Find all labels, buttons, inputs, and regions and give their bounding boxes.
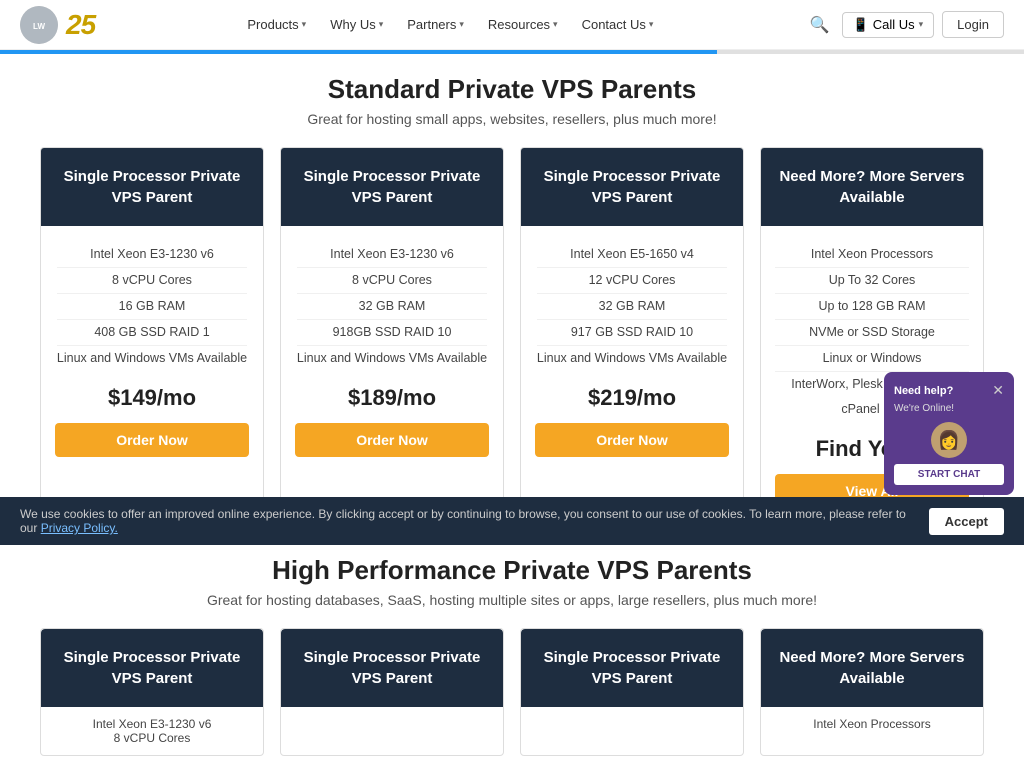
card-header-4: Need More? More Servers Available bbox=[761, 148, 983, 226]
standard-section-subtitle: Great for hosting small apps, websites, … bbox=[40, 111, 984, 127]
nav-why-us[interactable]: Why Us ▾ bbox=[320, 11, 393, 38]
chat-avatar: 👩 bbox=[931, 422, 967, 458]
logo-icon: LW bbox=[20, 6, 58, 44]
standard-card-3: Single Processor Private VPS Parent Inte… bbox=[520, 147, 744, 525]
card-specs-2: Intel Xeon E3-1230 v6 8 vCPU Cores 32 GB… bbox=[297, 242, 487, 371]
card-price-1: $149/mo bbox=[108, 385, 196, 411]
login-button[interactable]: Login bbox=[942, 11, 1004, 38]
spec-item: 917 GB SSD RAID 10 bbox=[537, 320, 727, 346]
start-chat-button[interactable]: START CHAT bbox=[894, 464, 1004, 485]
chevron-down-icon: ▾ bbox=[649, 19, 654, 30]
chevron-down-icon: ▾ bbox=[919, 19, 924, 30]
chat-close-icon[interactable]: ✕ bbox=[992, 382, 1004, 399]
chevron-down-icon: ▾ bbox=[459, 19, 464, 30]
logo: LW 25 bbox=[20, 6, 95, 44]
spec-item: Up To 32 Cores bbox=[775, 268, 969, 294]
spec-item: Intel Xeon E3-1230 v6 bbox=[297, 242, 487, 268]
high-perf-card-3: Single Processor Private VPS Parent bbox=[520, 628, 744, 756]
high-perf-card-header-2: Single Processor Private VPS Parent bbox=[281, 629, 503, 707]
card-specs-1: Intel Xeon E3-1230 v6 8 vCPU Cores 16 GB… bbox=[57, 242, 247, 371]
card-body-1: Intel Xeon E3-1230 v6 8 vCPU Cores 16 GB… bbox=[41, 226, 263, 524]
search-icon[interactable]: 🔍 bbox=[806, 11, 834, 39]
high-perf-card-1: Single Processor Private VPS Parent Inte… bbox=[40, 628, 264, 756]
card-header-3: Single Processor Private VPS Parent bbox=[521, 148, 743, 226]
spec-item: Intel Xeon E5-1650 v4 bbox=[537, 242, 727, 268]
high-perf-section-title: High Performance Private VPS Parents bbox=[40, 555, 984, 586]
svg-text:LW: LW bbox=[33, 22, 45, 31]
spec-item: 16 GB RAM bbox=[57, 294, 247, 320]
spec-item: 918GB SSD RAID 10 bbox=[297, 320, 487, 346]
chat-widget: Need help? ✕ We're Online! 👩 START CHAT bbox=[884, 372, 1014, 495]
nav-products[interactable]: Products ▾ bbox=[237, 11, 316, 38]
order-now-button-2[interactable]: Order Now bbox=[295, 423, 489, 457]
chevron-down-icon: ▾ bbox=[553, 19, 558, 30]
high-perf-section: High Performance Private VPS Parents Gre… bbox=[40, 555, 984, 756]
phone-icon: 📱 bbox=[853, 17, 869, 33]
card-body-3: Intel Xeon E5-1650 v4 12 vCPU Cores 32 G… bbox=[521, 226, 743, 524]
standard-cards-grid: Single Processor Private VPS Parent Inte… bbox=[40, 147, 984, 525]
card-specs-3: Intel Xeon E5-1650 v4 12 vCPU Cores 32 G… bbox=[537, 242, 727, 371]
spec-item: 408 GB SSD RAID 1 bbox=[57, 320, 247, 346]
high-perf-cards-grid: Single Processor Private VPS Parent Inte… bbox=[40, 628, 984, 756]
card-header-1: Single Processor Private VPS Parent bbox=[41, 148, 263, 226]
spec-item: Up to 128 GB RAM bbox=[775, 294, 969, 320]
high-perf-card-body-3 bbox=[521, 707, 743, 727]
card-price-3: $219/mo bbox=[588, 385, 676, 411]
order-now-button-3[interactable]: Order Now bbox=[535, 423, 729, 457]
spec-item: Intel Xeon Processors bbox=[775, 242, 969, 268]
chat-header: Need help? ✕ bbox=[894, 382, 1004, 399]
standard-card-2: Single Processor Private VPS Parent Inte… bbox=[280, 147, 504, 525]
chevron-down-icon: ▾ bbox=[302, 19, 307, 30]
nav-links: Products ▾ Why Us ▾ Partners ▾ Resources… bbox=[237, 11, 663, 38]
spec-item: NVMe or SSD Storage bbox=[775, 320, 969, 346]
chevron-down-icon: ▾ bbox=[379, 19, 384, 30]
nav-partners[interactable]: Partners ▾ bbox=[397, 11, 474, 38]
spec-item: Linux and Windows VMs Available bbox=[297, 346, 487, 371]
high-perf-card-body-2 bbox=[281, 707, 503, 727]
high-perf-card-header-3: Single Processor Private VPS Parent bbox=[521, 629, 743, 707]
spec-item: Linux or Windows bbox=[775, 346, 969, 372]
high-perf-card-4: Need More? More Servers Available Intel … bbox=[760, 628, 984, 756]
standard-card-1: Single Processor Private VPS Parent Inte… bbox=[40, 147, 264, 525]
order-now-button-1[interactable]: Order Now bbox=[55, 423, 249, 457]
nav-actions: 🔍 📱 Call Us ▾ Login bbox=[806, 11, 1004, 39]
main-content: Standard Private VPS Parents Great for h… bbox=[0, 54, 1024, 776]
spec-item: 32 GB RAM bbox=[297, 294, 487, 320]
nav-resources[interactable]: Resources ▾ bbox=[478, 11, 568, 38]
high-perf-card-2: Single Processor Private VPS Parent bbox=[280, 628, 504, 756]
privacy-policy-link[interactable]: Privacy Policy. bbox=[41, 521, 118, 535]
spec-item: 12 vCPU Cores bbox=[537, 268, 727, 294]
call-us-button[interactable]: 📱 Call Us ▾ bbox=[842, 12, 935, 38]
cookie-text: We use cookies to offer an improved onli… bbox=[20, 507, 929, 535]
high-perf-card-header-4: Need More? More Servers Available bbox=[761, 629, 983, 707]
spec-item: Linux and Windows VMs Available bbox=[537, 346, 727, 371]
card-body-2: Intel Xeon E3-1230 v6 8 vCPU Cores 32 GB… bbox=[281, 226, 503, 524]
high-perf-card-body-4: Intel Xeon Processors bbox=[761, 707, 983, 741]
logo-25-text: 25 bbox=[66, 9, 95, 41]
navbar: LW 25 Products ▾ Why Us ▾ Partners ▾ Res… bbox=[0, 0, 1024, 50]
accept-cookie-button[interactable]: Accept bbox=[929, 508, 1004, 535]
card-price-2: $189/mo bbox=[348, 385, 436, 411]
spec-item: 8 vCPU Cores bbox=[297, 268, 487, 294]
standard-section-title: Standard Private VPS Parents bbox=[40, 74, 984, 105]
spec-item: 32 GB RAM bbox=[537, 294, 727, 320]
cookie-banner: We use cookies to offer an improved onli… bbox=[0, 497, 1024, 545]
spec-item: Linux and Windows VMs Available bbox=[57, 346, 247, 371]
spec-item: 8 vCPU Cores bbox=[57, 268, 247, 294]
high-perf-card-body-1: Intel Xeon E3-1230 v6 8 vCPU Cores bbox=[41, 707, 263, 755]
nav-contact[interactable]: Contact Us ▾ bbox=[572, 11, 664, 38]
high-perf-card-header-1: Single Processor Private VPS Parent bbox=[41, 629, 263, 707]
card-header-2: Single Processor Private VPS Parent bbox=[281, 148, 503, 226]
spec-item: Intel Xeon E3-1230 v6 bbox=[57, 242, 247, 268]
high-perf-section-subtitle: Great for hosting databases, SaaS, hosti… bbox=[40, 592, 984, 608]
